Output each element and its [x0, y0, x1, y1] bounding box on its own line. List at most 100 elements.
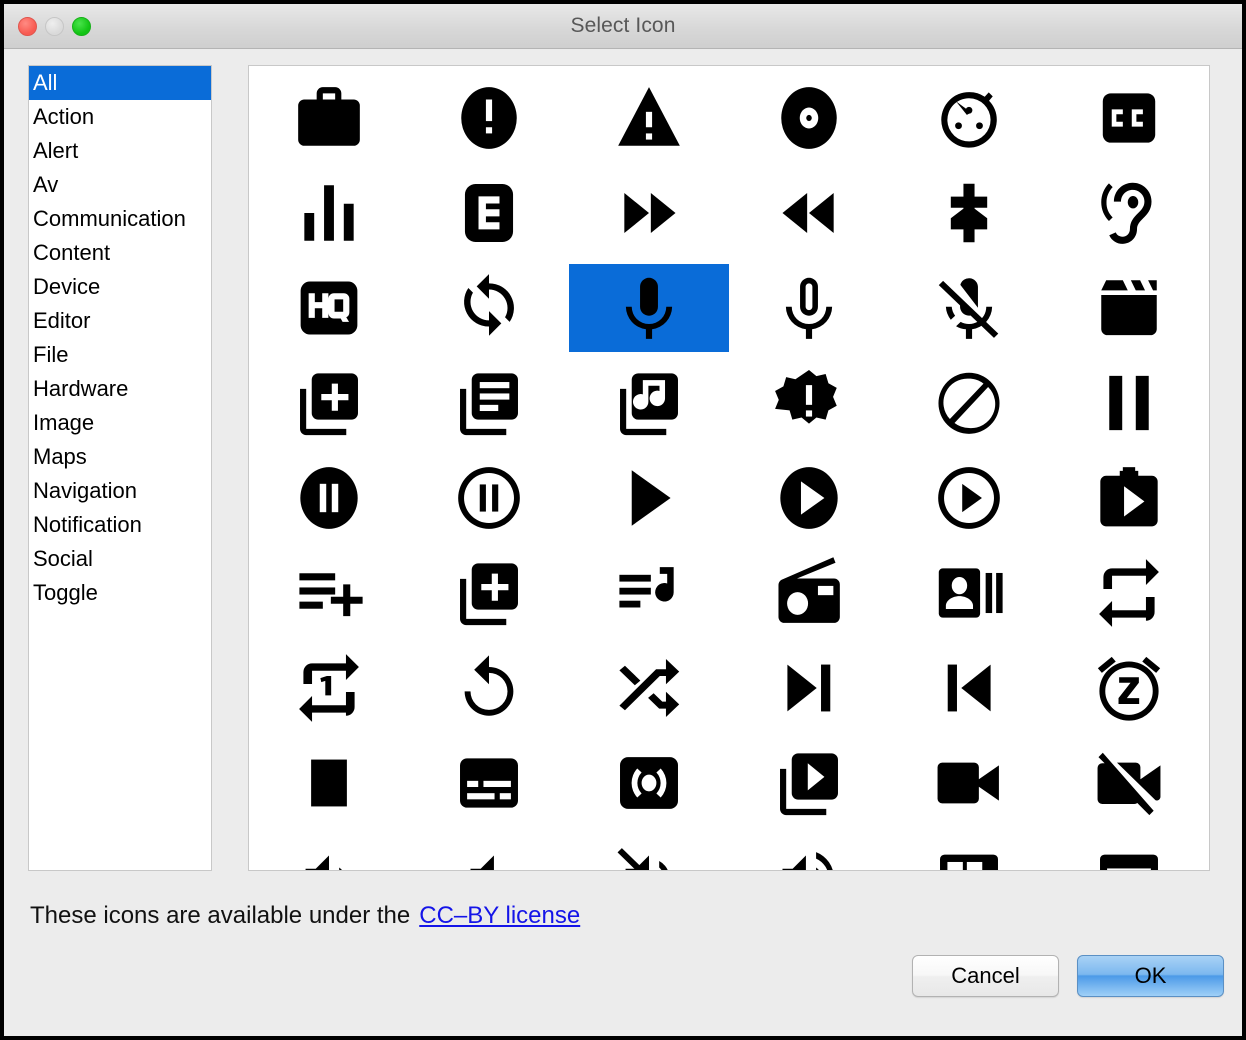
volume-mute-icon[interactable] — [409, 834, 569, 872]
ok-button[interactable]: OK — [1077, 955, 1224, 997]
icon-cell-volume-mute[interactable] — [409, 830, 569, 871]
videocam-off-icon[interactable] — [1049, 739, 1209, 827]
icon-cell-error[interactable] — [409, 70, 569, 165]
icon-cell-web-asset[interactable] — [1049, 830, 1209, 871]
category-item-maps[interactable]: Maps — [29, 440, 211, 474]
fast-rewind-icon[interactable] — [729, 169, 889, 257]
category-item-toggle[interactable]: Toggle — [29, 576, 211, 610]
explicit-icon[interactable] — [409, 169, 569, 257]
icon-cell-web[interactable] — [889, 830, 1049, 871]
loop-icon[interactable] — [409, 264, 569, 352]
icon-cell-new-releases[interactable] — [729, 355, 889, 450]
category-item-all[interactable]: All — [29, 66, 211, 100]
skip-next-icon[interactable] — [729, 644, 889, 732]
category-item-content[interactable]: Content — [29, 236, 211, 270]
icon-cell-video-library[interactable] — [729, 735, 889, 830]
category-item-social[interactable]: Social — [29, 542, 211, 576]
volume-off-icon[interactable] — [569, 834, 729, 872]
icon-cell-explicit[interactable] — [409, 165, 569, 260]
games-icon[interactable] — [889, 169, 1049, 257]
album-icon[interactable] — [729, 74, 889, 162]
icon-cell-volume-off[interactable] — [569, 830, 729, 871]
web-icon[interactable] — [889, 834, 1049, 872]
hearing-icon[interactable] — [1049, 169, 1209, 257]
volume-up-icon[interactable] — [729, 834, 889, 872]
business-case-icon[interactable] — [249, 74, 409, 162]
mic-off-icon[interactable] — [889, 264, 1049, 352]
icon-cell-shuffle[interactable] — [569, 640, 729, 735]
playlist-add-icon[interactable] — [249, 549, 409, 637]
icon-cell-pause-circle-outline[interactable] — [409, 450, 569, 545]
icon-cell-skip-next[interactable] — [729, 640, 889, 735]
web-asset-icon[interactable] — [1049, 834, 1209, 872]
icon-cell-movie[interactable] — [1049, 260, 1209, 355]
not-interested-icon[interactable] — [889, 359, 1049, 447]
replay-icon[interactable] — [409, 644, 569, 732]
icon-cell-library-add[interactable] — [249, 355, 409, 450]
category-item-device[interactable]: Device — [29, 270, 211, 304]
icon-cell-repeat-one[interactable] — [249, 640, 409, 735]
mic-icon[interactable] — [569, 264, 729, 352]
category-item-action[interactable]: Action — [29, 100, 211, 134]
icon-cell-recent-actors[interactable] — [889, 545, 1049, 640]
library-add-icon[interactable] — [249, 359, 409, 447]
stop-icon[interactable] — [249, 739, 409, 827]
repeat-one-icon[interactable] — [249, 644, 409, 732]
icon-cell-play-for-work[interactable] — [1049, 450, 1209, 545]
icon-cell-warning[interactable] — [569, 70, 729, 165]
volume-down-icon[interactable] — [249, 834, 409, 872]
zoom-window-button[interactable] — [72, 17, 91, 36]
skip-previous-icon[interactable] — [889, 644, 1049, 732]
category-item-alert[interactable]: Alert — [29, 134, 211, 168]
icon-cell-fast-rewind[interactable] — [729, 165, 889, 260]
icon-cell-volume-up[interactable] — [729, 830, 889, 871]
pause-circle-filled-icon[interactable] — [249, 454, 409, 542]
icon-cell-pause-circle-filled[interactable] — [249, 450, 409, 545]
icon-cell-stop[interactable] — [249, 735, 409, 830]
radio-icon[interactable] — [729, 549, 889, 637]
subtitles-icon[interactable] — [409, 739, 569, 827]
icon-cell-radio[interactable] — [729, 545, 889, 640]
equalizer-icon[interactable] — [249, 169, 409, 257]
category-list[interactable]: AllActionAlertAvCommunicationContentDevi… — [28, 65, 212, 871]
error-icon[interactable] — [409, 74, 569, 162]
fast-forward-icon[interactable] — [569, 169, 729, 257]
icon-cell-closed-caption[interactable] — [1049, 70, 1209, 165]
library-music-icon[interactable] — [569, 359, 729, 447]
cc-by-license-link[interactable]: CC–BY license — [419, 902, 580, 930]
icon-cell-equalizer[interactable] — [249, 165, 409, 260]
icon-cell-play-arrow[interactable] — [569, 450, 729, 545]
repeat-icon[interactable] — [1049, 549, 1209, 637]
icon-cell-replay[interactable] — [409, 640, 569, 735]
icon-cell-library-books[interactable] — [409, 355, 569, 450]
icon-cell-videocam[interactable] — [889, 735, 1049, 830]
videocam-icon[interactable] — [889, 739, 1049, 827]
play-for-work-icon[interactable] — [1049, 454, 1209, 542]
icon-cell-repeat[interactable] — [1049, 545, 1209, 640]
close-window-button[interactable] — [18, 17, 37, 36]
icon-cell-mic-none[interactable] — [729, 260, 889, 355]
snooze-icon[interactable] — [1049, 644, 1209, 732]
icon-cell-volume-down[interactable] — [249, 830, 409, 871]
icon-cell-hearing[interactable] — [1049, 165, 1209, 260]
queue-icon[interactable] — [409, 549, 569, 637]
icon-cell-surround-sound[interactable] — [569, 735, 729, 830]
icon-cell-pause[interactable] — [1049, 355, 1209, 450]
icon-cell-library-music[interactable] — [569, 355, 729, 450]
icon-cell-album[interactable] — [729, 70, 889, 165]
pause-icon[interactable] — [1049, 359, 1209, 447]
play-arrow-icon[interactable] — [569, 454, 729, 542]
icon-cell-queue-music[interactable] — [569, 545, 729, 640]
icon-cell-not-interested[interactable] — [889, 355, 1049, 450]
icon-cell-subtitles[interactable] — [409, 735, 569, 830]
icon-cell-games[interactable] — [889, 165, 1049, 260]
category-item-navigation[interactable]: Navigation — [29, 474, 211, 508]
shuffle-icon[interactable] — [569, 644, 729, 732]
warning-icon[interactable] — [569, 74, 729, 162]
icon-cell-play-circle-filled[interactable] — [729, 450, 889, 545]
icon-cell-snooze[interactable] — [1049, 640, 1209, 735]
category-item-communication[interactable]: Communication — [29, 202, 211, 236]
icon-cell-fast-forward[interactable] — [569, 165, 729, 260]
mic-none-icon[interactable] — [729, 264, 889, 352]
new-releases-icon[interactable] — [729, 359, 889, 447]
